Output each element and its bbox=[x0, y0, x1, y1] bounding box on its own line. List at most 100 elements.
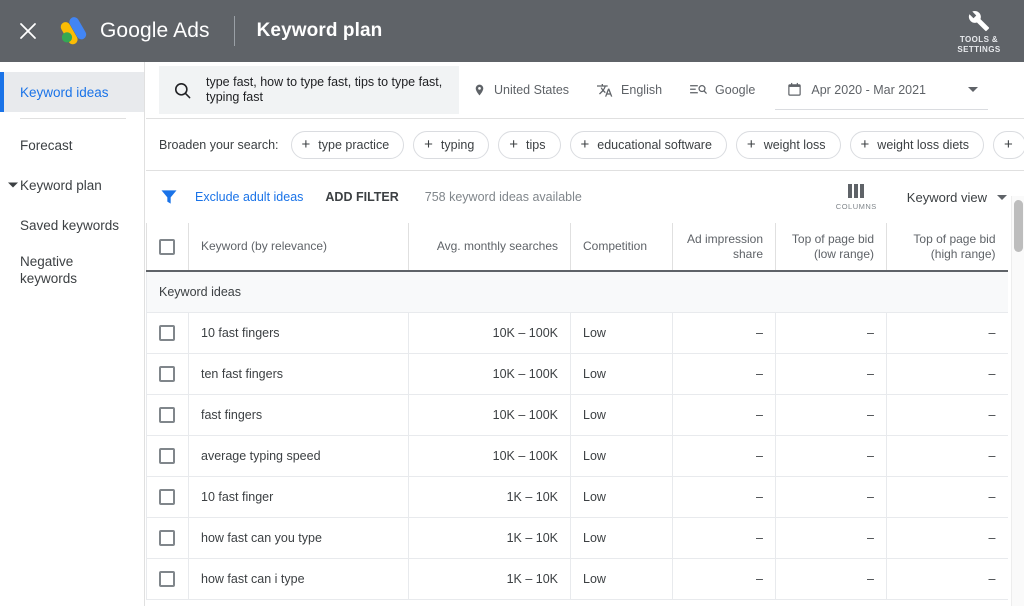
row-checkbox[interactable] bbox=[159, 447, 175, 464]
close-icon bbox=[20, 23, 36, 39]
sidebar-item-keyword-ideas[interactable]: Keyword ideas bbox=[0, 72, 144, 112]
table-row[interactable]: 10 fast finger 1K – 10K Low – – – bbox=[146, 476, 1008, 518]
cell-avg-monthly-searches: 10K – 100K bbox=[408, 435, 571, 477]
column-header-top-of-page-bid-high[interactable]: Top of page bid (high range) bbox=[886, 223, 1008, 272]
chip-label: educational software bbox=[597, 137, 712, 152]
cell-top-bid-low: – bbox=[775, 353, 887, 395]
sidebar-item-label: Saved keywords bbox=[20, 217, 120, 233]
add-filter-button[interactable]: ADD FILTER bbox=[325, 190, 398, 204]
column-header-keyword[interactable]: Keyword (by relevance) bbox=[188, 223, 409, 272]
sidebar-item-forecast[interactable]: Forecast bbox=[0, 125, 144, 165]
sidebar-item-keyword-plan[interactable]: Keyword plan bbox=[0, 165, 144, 205]
filter-funnel-icon[interactable] bbox=[159, 187, 179, 207]
row-checkbox[interactable] bbox=[159, 365, 175, 382]
select-all-header bbox=[146, 223, 189, 272]
top-app-bar: Google Ads Keyword plan TOOLS & SETTINGS bbox=[0, 0, 1024, 62]
header-line2: (high range) bbox=[930, 246, 996, 261]
vertical-scrollbar[interactable] bbox=[1011, 196, 1024, 606]
language-filter[interactable]: English bbox=[583, 70, 676, 110]
row-checkbox-cell bbox=[146, 435, 189, 477]
row-checkbox-cell bbox=[146, 353, 189, 395]
date-range-filter[interactable]: Apr 2020 - Mar 2021 bbox=[775, 70, 989, 110]
column-header-top-of-page-bid-low[interactable]: Top of page bid (low range) bbox=[775, 223, 887, 272]
cell-top-bid-high: – bbox=[886, 476, 1008, 518]
translate-icon bbox=[597, 82, 613, 98]
cell-competition: Low bbox=[570, 394, 673, 436]
row-checkbox[interactable] bbox=[159, 529, 175, 546]
keyword-view-dropdown[interactable]: Keyword view bbox=[907, 190, 1007, 205]
search-input-value: type fast, how to type fast, tips to typ… bbox=[206, 75, 443, 104]
cell-ad-impression-share: – bbox=[672, 312, 776, 354]
column-header-ad-impression-share[interactable]: Ad impression share bbox=[672, 223, 776, 272]
calendar-icon bbox=[787, 82, 802, 97]
table-row[interactable]: ten fast fingers 10K – 100K Low – – – bbox=[146, 353, 1008, 395]
search-input[interactable]: type fast, how to type fast, tips to typ… bbox=[159, 66, 459, 114]
cell-keyword: 10 fast fingers bbox=[188, 312, 409, 354]
column-header-competition[interactable]: Competition bbox=[570, 223, 673, 272]
cell-competition: Low bbox=[570, 353, 673, 395]
broaden-chip-next-partial[interactable]: + bbox=[993, 130, 1024, 159]
broaden-chip-weight-loss[interactable]: + weight loss bbox=[735, 130, 841, 159]
cell-avg-monthly-searches: 10K – 100K bbox=[408, 394, 571, 436]
plus-icon: + bbox=[1004, 136, 1013, 153]
cell-ad-impression-share: – bbox=[672, 517, 776, 559]
cell-top-bid-high: – bbox=[886, 435, 1008, 477]
tools-and-settings-button[interactable]: TOOLS & SETTINGS bbox=[942, 4, 1016, 60]
brand-name: Google Ads bbox=[100, 19, 210, 42]
header-line2: share bbox=[732, 246, 763, 261]
chip-label: typing bbox=[440, 137, 475, 152]
table-row[interactable]: 10 fast fingers 10K – 100K Low – – – bbox=[146, 312, 1008, 354]
row-checkbox[interactable] bbox=[159, 488, 175, 505]
toolbar-right-controls: COLUMNS Keyword view bbox=[836, 171, 1007, 223]
network-filter-label: Google bbox=[715, 83, 756, 97]
table-row[interactable]: average typing speed 10K – 100K Low – – … bbox=[146, 435, 1008, 477]
sidebar-item-saved-keywords[interactable]: Saved keywords bbox=[0, 205, 144, 245]
table-row[interactable]: fast fingers 10K – 100K Low – – – bbox=[146, 394, 1008, 436]
table-row[interactable]: how fast can i type 1K – 10K Low – – – bbox=[146, 558, 1008, 600]
broaden-chip-type-practice[interactable]: + type practice bbox=[290, 130, 405, 159]
select-all-checkbox[interactable] bbox=[159, 238, 175, 255]
cell-keyword: fast fingers bbox=[188, 394, 409, 436]
location-filter-label: United States bbox=[494, 83, 570, 97]
row-checkbox[interactable] bbox=[159, 406, 175, 423]
chip-label: weight loss diets bbox=[877, 137, 970, 152]
cell-top-bid-low: – bbox=[775, 394, 887, 436]
plus-icon: + bbox=[301, 136, 311, 153]
broaden-search-row: Broaden your search: + type practice + t… bbox=[146, 119, 1024, 171]
cell-avg-monthly-searches: 1K – 10K bbox=[408, 476, 571, 518]
close-button[interactable] bbox=[0, 0, 56, 62]
cell-top-bid-low: – bbox=[775, 517, 887, 559]
row-checkbox-cell bbox=[146, 312, 189, 354]
cell-avg-monthly-searches: 10K – 100K bbox=[408, 312, 571, 354]
row-checkbox[interactable] bbox=[159, 324, 175, 341]
google-ads-logo bbox=[60, 17, 87, 45]
columns-button-label: COLUMNS bbox=[835, 201, 877, 211]
table-body: Keyword ideas 10 fast fingers 10K – 100K… bbox=[146, 271, 1008, 600]
date-range-label: Apr 2020 - Mar 2021 bbox=[811, 82, 927, 97]
sidebar-item-label: Negative keywords bbox=[20, 254, 78, 286]
tools-label-line2: SETTINGS bbox=[957, 44, 1001, 54]
broaden-chip-educational-software[interactable]: + educational software bbox=[569, 130, 727, 159]
chip-label: type practice bbox=[318, 137, 390, 152]
cell-keyword: average typing speed bbox=[188, 435, 409, 477]
cell-keyword: ten fast fingers bbox=[188, 353, 409, 395]
row-checkbox[interactable] bbox=[159, 570, 175, 587]
column-header-avg-monthly-searches[interactable]: Avg. monthly searches bbox=[408, 223, 571, 272]
location-filter[interactable]: United States bbox=[459, 70, 583, 110]
sidebar-item-negative-keywords[interactable]: Negative keywords bbox=[0, 245, 144, 295]
columns-button[interactable]: COLUMNS bbox=[835, 183, 877, 211]
brand-divider bbox=[233, 16, 235, 46]
table-row[interactable]: how fast can you type 1K – 10K Low – – – bbox=[146, 517, 1008, 559]
chevron-down-icon[interactable] bbox=[968, 87, 979, 92]
language-filter-label: English bbox=[621, 83, 663, 97]
keyword-view-label: Keyword view bbox=[906, 189, 987, 205]
cell-competition: Low bbox=[570, 312, 673, 354]
vertical-scrollbar-thumb[interactable] bbox=[1014, 200, 1023, 252]
network-filter[interactable]: Google bbox=[676, 70, 769, 110]
broaden-chip-tips[interactable]: + tips bbox=[498, 130, 561, 159]
exclude-adult-ideas-link[interactable]: Exclude adult ideas bbox=[195, 190, 303, 204]
cell-avg-monthly-searches: 1K – 10K bbox=[408, 558, 571, 600]
broaden-chip-typing[interactable]: + typing bbox=[413, 130, 490, 159]
broaden-chip-weight-loss-diets[interactable]: + weight loss diets bbox=[849, 130, 985, 159]
chip-label: weight loss bbox=[763, 137, 826, 152]
